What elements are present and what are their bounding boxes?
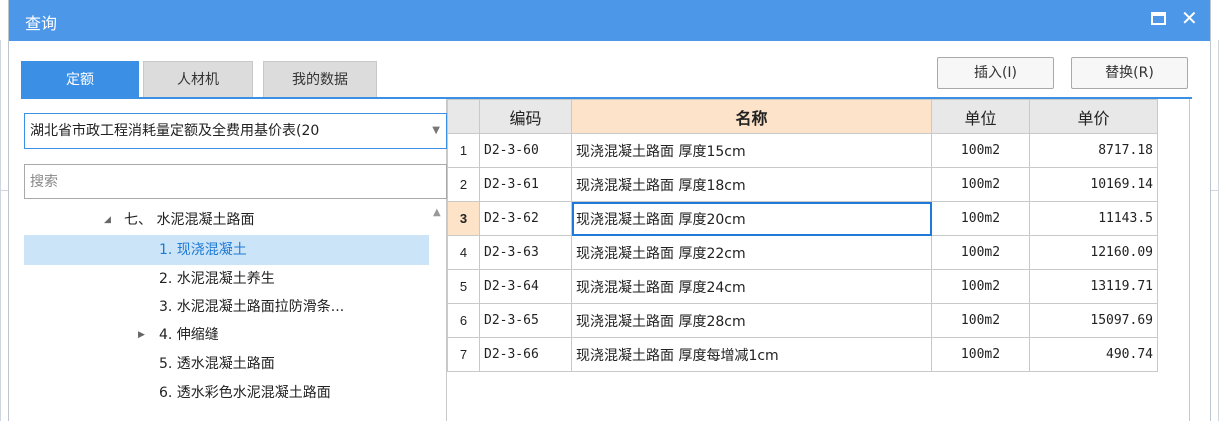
collapsed-triangle-icon[interactable]: ▶ bbox=[138, 320, 145, 350]
row-index: 6 bbox=[447, 303, 480, 338]
cell-price[interactable]: 13119.71 bbox=[1029, 269, 1158, 304]
right-panel: 编码 名称 单位 单价 1 D2-3-60 现浇混凝土路面 厚度15cm 100… bbox=[447, 99, 1190, 421]
title-bar[interactable]: 查询 ✕ bbox=[9, 0, 1210, 41]
row-index: 4 bbox=[447, 235, 480, 270]
table-row[interactable]: 5 D2-3-64 现浇混凝土路面 厚度24cm 100m2 13119.71 bbox=[447, 269, 1158, 304]
cell-code[interactable]: D2-3-64 bbox=[479, 269, 572, 304]
header-code[interactable]: 编码 bbox=[479, 99, 572, 134]
search-input[interactable] bbox=[24, 164, 447, 199]
tree-node-concrete-curing[interactable]: 2. 水泥混凝土养生 bbox=[24, 264, 429, 294]
tree-node-expansion-joint[interactable]: ▶ 4. 伸缩缝 bbox=[24, 320, 429, 350]
tree-node-label: 1. 现浇混凝土 bbox=[159, 242, 247, 258]
table-row-selected[interactable]: 3 D2-3-62 现浇混凝土路面 厚度20cm 100m2 11143.5 bbox=[447, 201, 1158, 236]
tree-node-label: 3. 水泥混凝土路面拉防滑条... bbox=[159, 299, 345, 315]
table-row[interactable]: 6 D2-3-65 现浇混凝土路面 厚度28cm 100m2 15097.69 bbox=[447, 303, 1158, 338]
tree-node-cast-in-place-concrete[interactable]: 1. 现浇混凝土 bbox=[24, 235, 429, 265]
cell-unit[interactable]: 100m2 bbox=[931, 133, 1030, 168]
cell-unit[interactable]: 100m2 bbox=[931, 235, 1030, 270]
table-header-row: 编码 名称 单位 单价 bbox=[447, 99, 1158, 134]
table-row[interactable]: 7 D2-3-66 现浇混凝土路面 厚度每增减1cm 100m2 490.74 bbox=[447, 337, 1158, 372]
quota-table: 编码 名称 单位 单价 1 D2-3-60 现浇混凝土路面 厚度15cm 100… bbox=[447, 99, 1158, 372]
row-index: 3 bbox=[447, 201, 480, 236]
tree-scrollbar[interactable]: ▲ bbox=[429, 205, 447, 421]
tree-node-pervious-concrete[interactable]: 5. 透水混凝土路面 bbox=[24, 349, 429, 379]
tab-my-data[interactable]: 我的数据 bbox=[263, 61, 377, 97]
cell-unit[interactable]: 100m2 bbox=[931, 303, 1030, 338]
cell-name[interactable]: 现浇混凝土路面 厚度每增减1cm bbox=[571, 337, 932, 372]
header-unit[interactable]: 单位 bbox=[931, 99, 1030, 134]
table-row[interactable]: 1 D2-3-60 现浇混凝土路面 厚度15cm 100m2 8717.18 bbox=[447, 133, 1158, 168]
window-title: 查询 bbox=[25, 14, 58, 33]
cell-unit[interactable]: 100m2 bbox=[931, 201, 1030, 236]
tree-node-label: 七、 水泥混凝土路面 bbox=[124, 212, 255, 228]
cell-code[interactable]: D2-3-62 bbox=[479, 201, 572, 236]
replace-button[interactable]: 替换(R) bbox=[1071, 57, 1188, 89]
tree-node-label: 6. 透水彩色水泥混凝土路面 bbox=[159, 385, 331, 401]
cell-code[interactable]: D2-3-66 bbox=[479, 337, 572, 372]
tree-node-label: 4. 伸缩缝 bbox=[159, 327, 219, 343]
header-name[interactable]: 名称 bbox=[571, 99, 932, 134]
close-icon[interactable]: ✕ bbox=[1181, 6, 1198, 30]
tree-node-label: 2. 水泥混凝土养生 bbox=[159, 271, 275, 287]
cell-name[interactable]: 现浇混凝土路面 厚度18cm bbox=[571, 167, 932, 202]
tree-node-anti-skid-grooves[interactable]: 3. 水泥混凝土路面拉防滑条... bbox=[24, 292, 429, 322]
table-row[interactable]: 4 D2-3-63 现浇混凝土路面 厚度22cm 100m2 12160.09 bbox=[447, 235, 1158, 270]
header-price[interactable]: 单价 bbox=[1029, 99, 1158, 134]
library-select-value: 湖北省市政工程消耗量定额及全费用基价表(20 bbox=[30, 123, 320, 139]
left-panel: 湖北省市政工程消耗量定额及全费用基价表(20 ▼ ◢ 七、 水泥混凝土路面 1.… bbox=[21, 99, 447, 421]
maximize-icon[interactable] bbox=[1151, 12, 1166, 25]
cell-code[interactable]: D2-3-61 bbox=[479, 167, 572, 202]
cell-name[interactable]: 现浇混凝土路面 厚度22cm bbox=[571, 235, 932, 270]
background-left-border bbox=[0, 40, 1, 421]
tab-labor-material-machine[interactable]: 人材机 bbox=[143, 61, 253, 97]
cell-unit[interactable]: 100m2 bbox=[931, 269, 1030, 304]
chapter-tree: ◢ 七、 水泥混凝土路面 1. 现浇混凝土 2. 水泥混凝土养生 3. 水泥混凝… bbox=[24, 205, 447, 421]
row-index: 7 bbox=[447, 337, 480, 372]
row-index: 1 bbox=[447, 133, 480, 168]
scroll-up-icon[interactable]: ▲ bbox=[433, 207, 441, 218]
cell-name[interactable]: 现浇混凝土路面 厚度15cm bbox=[571, 133, 932, 168]
cell-price[interactable]: 12160.09 bbox=[1029, 235, 1158, 270]
cell-price[interactable]: 490.74 bbox=[1029, 337, 1158, 372]
cell-price[interactable]: 15097.69 bbox=[1029, 303, 1158, 338]
row-index: 2 bbox=[447, 167, 480, 202]
chevron-down-icon[interactable]: ▼ bbox=[432, 114, 440, 148]
row-index: 5 bbox=[447, 269, 480, 304]
tab-quota[interactable]: 定额 bbox=[21, 61, 139, 97]
tree-node-colored-pervious-concrete[interactable]: 6. 透水彩色水泥混凝土路面 bbox=[24, 378, 429, 408]
tree-node-chapter-7[interactable]: ◢ 七、 水泥混凝土路面 bbox=[24, 205, 429, 235]
cell-code[interactable]: D2-3-63 bbox=[479, 235, 572, 270]
table-row[interactable]: 2 D2-3-61 现浇混凝土路面 厚度18cm 100m2 10169.14 bbox=[447, 167, 1158, 202]
cell-code[interactable]: D2-3-65 bbox=[479, 303, 572, 338]
cell-price[interactable]: 8717.18 bbox=[1029, 133, 1158, 168]
cell-unit[interactable]: 100m2 bbox=[931, 337, 1030, 372]
cell-code[interactable]: D2-3-60 bbox=[479, 133, 572, 168]
library-select[interactable]: 湖北省市政工程消耗量定额及全费用基价表(20 ▼ bbox=[24, 113, 447, 149]
expanded-triangle-icon[interactable]: ◢ bbox=[104, 205, 111, 235]
cell-name[interactable]: 现浇混凝土路面 厚度20cm bbox=[571, 201, 932, 236]
insert-button[interactable]: 插入(I) bbox=[937, 57, 1054, 89]
cell-name[interactable]: 现浇混凝土路面 厚度24cm bbox=[571, 269, 932, 304]
cell-unit[interactable]: 100m2 bbox=[931, 167, 1030, 202]
tree-node-label: 5. 透水混凝土路面 bbox=[159, 356, 275, 372]
header-index bbox=[447, 99, 480, 134]
cell-price[interactable]: 11143.5 bbox=[1029, 201, 1158, 236]
query-dialog: 查询 ✕ 定额 人材机 我的数据 插入(I) 替换(R) 湖北省市政工程消耗量定… bbox=[8, 0, 1211, 421]
cell-price[interactable]: 10169.14 bbox=[1029, 167, 1158, 202]
cell-name[interactable]: 现浇混凝土路面 厚度28cm bbox=[571, 303, 932, 338]
